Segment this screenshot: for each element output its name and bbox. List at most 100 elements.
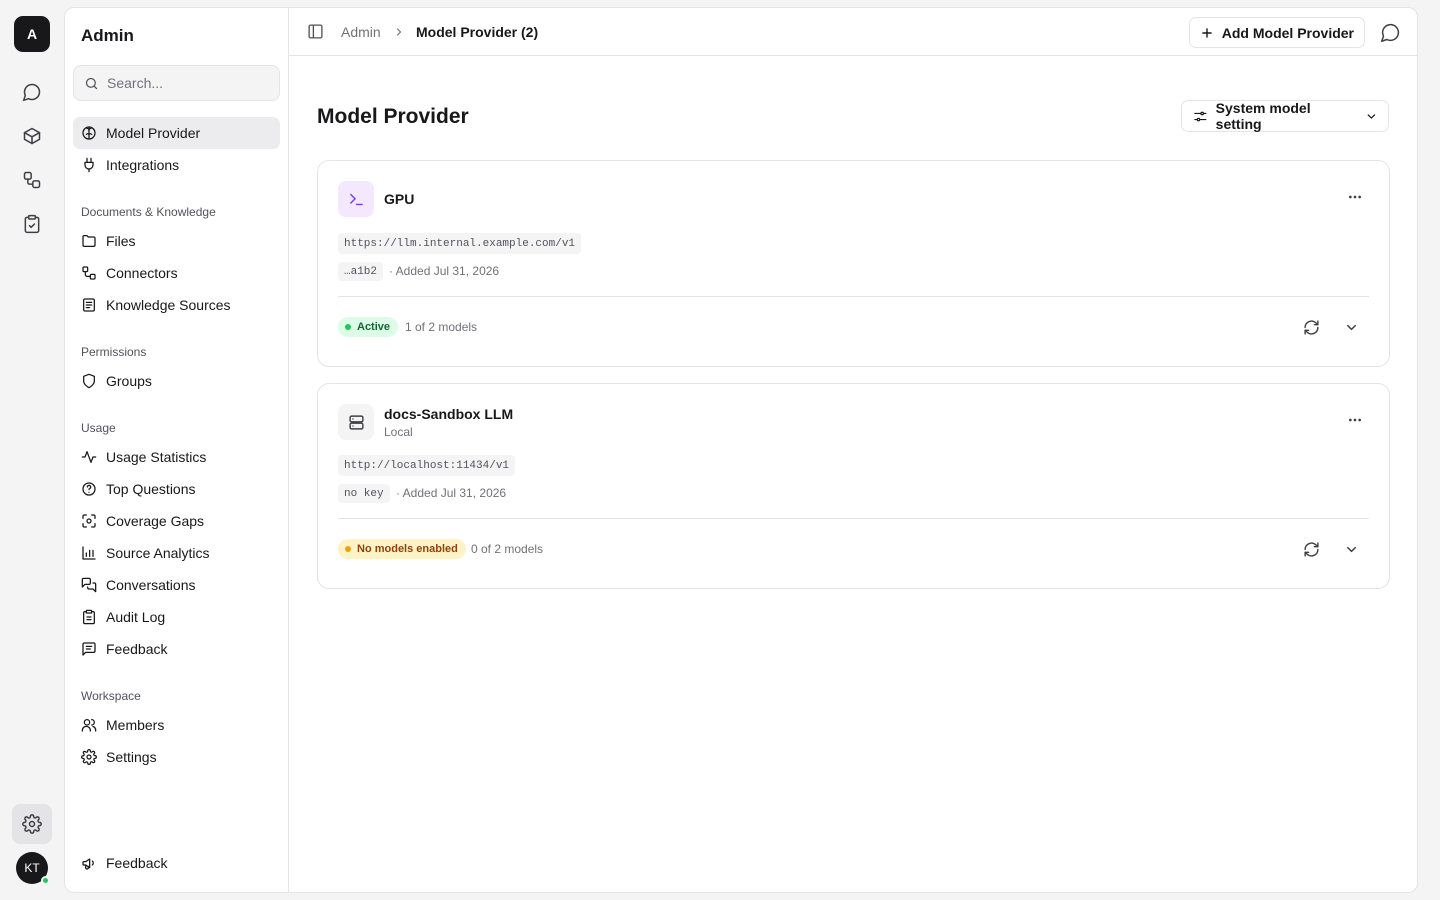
folder-icon (82, 235, 96, 247)
tasks-nav-button[interactable] (12, 204, 52, 244)
provider-more-button[interactable] (1347, 189, 1363, 205)
sidebar-item-source-analytics[interactable]: Source Analytics (73, 537, 280, 569)
refresh-icon (1304, 542, 1319, 557)
provider-avatar (338, 181, 374, 217)
sidebar-search[interactable] (73, 65, 280, 101)
server-icon (348, 414, 364, 430)
brain-icon (82, 126, 96, 140)
sidebar-item-coverage-gaps[interactable]: Coverage Gaps (73, 505, 280, 537)
app-rail: A KT (0, 0, 64, 900)
clipboard-list-icon (83, 609, 95, 625)
section-workspace: Workspace (81, 689, 141, 703)
gear-icon (22, 814, 42, 834)
provider-url: https://llm.internal.example.com/v1 (338, 233, 582, 254)
assistant-chat-button[interactable] (1380, 22, 1401, 43)
message-circle-icon (1381, 23, 1400, 42)
user-avatar[interactable]: KT (16, 852, 50, 885)
toggle-sidebar-button[interactable] (307, 23, 324, 40)
sidebar-item-groups[interactable]: Groups (73, 365, 280, 397)
sidebar-item-label: Members (106, 717, 165, 733)
breadcrumb-admin[interactable]: Admin (341, 24, 381, 40)
provider-card: GPU https://llm.internal.example.com/v1 … (317, 160, 1390, 367)
sidebar-item-label: Conversations (106, 577, 196, 593)
sidebar-footer-feedback[interactable]: Feedback (73, 847, 280, 879)
status-label: No models enabled (357, 543, 458, 555)
system-model-setting-label: System model setting (1215, 100, 1311, 132)
sidebar-item-label: Knowledge Sources (106, 297, 231, 313)
sidebar-item-label: Connectors (106, 265, 178, 281)
enabled-models-count: 0 of 2 models (471, 542, 544, 556)
gear-icon (81, 749, 97, 765)
sidebar-item-label: Feedback (106, 855, 168, 871)
top-bar: Admin Model Provider (2) Add Model Provi… (289, 8, 1417, 56)
sidebar-item-connectors[interactable]: Connectors (73, 257, 280, 289)
refresh-models-button[interactable] (1303, 541, 1320, 558)
sidebar-item-integrations[interactable]: Integrations (73, 149, 280, 181)
enabled-models-count: 1 of 2 models (405, 320, 478, 334)
sidebar-item-top-questions[interactable]: Top Questions (73, 473, 280, 505)
sidebar-item-label: Settings (106, 749, 157, 765)
refresh-icon (1304, 320, 1319, 335)
chat-nav-button[interactable] (12, 72, 52, 112)
sidebar-item-label: Model Provider (106, 125, 201, 141)
sidebar-item-audit-log[interactable]: Audit Log (73, 601, 280, 633)
admin-panel: Admin Model Provider Integrations Docume… (64, 7, 1418, 893)
api-key-chip: no key (338, 484, 390, 503)
box-icon (23, 127, 41, 145)
sidebar-title: Admin (81, 26, 134, 45)
sidebar-item-usage-statistics[interactable]: Usage Statistics (73, 441, 280, 473)
expand-provider-button[interactable] (1344, 320, 1359, 335)
add-model-provider-label: Add Model Provider (1221, 24, 1354, 41)
sidebar-item-model-provider[interactable]: Model Provider (73, 117, 280, 149)
sidebar-item-label: Feedback (106, 641, 168, 657)
provider-more-button[interactable] (1347, 412, 1363, 428)
search-icon (85, 77, 98, 89)
panel-left-icon (308, 24, 323, 39)
api-key-chip: …a1b2 (338, 262, 384, 281)
models-nav-button[interactable] (12, 116, 52, 156)
system-model-setting-button[interactable]: System model setting (1181, 100, 1389, 132)
breadcrumb-current: Model Provider (2) (416, 24, 539, 40)
chevron-down-icon (1367, 113, 1376, 119)
workflows-nav-button[interactable] (12, 160, 52, 200)
scan-icon (82, 514, 96, 528)
avatar-initials: KT (24, 861, 40, 875)
sidebar-item-feedback[interactable]: Feedback (73, 633, 280, 665)
sidebar-item-label: Files (106, 233, 136, 249)
online-status-dot (41, 876, 50, 885)
users-icon (81, 719, 97, 732)
provider-added-date: · Added Jul 31, 2026 (396, 486, 507, 500)
add-model-provider-button[interactable]: Add Model Provider (1188, 17, 1365, 48)
plug-icon (84, 157, 94, 173)
page-title: Model Provider (317, 105, 469, 128)
message-square-text-icon (82, 642, 96, 656)
search-input[interactable] (107, 75, 267, 91)
shield-icon (83, 373, 95, 389)
sidebar-item-conversations[interactable]: Conversations (73, 569, 280, 601)
settings-rail-button[interactable] (12, 804, 52, 844)
status-dot (345, 546, 351, 552)
plus-icon (1201, 27, 1212, 38)
status-label: Active (357, 321, 391, 333)
sidebar-item-label: Groups (106, 373, 152, 389)
sidebar-item-members[interactable]: Members (73, 709, 280, 741)
sidebar-item-files[interactable]: Files (73, 225, 280, 257)
workflow-icon (23, 171, 41, 189)
refresh-models-button[interactable] (1303, 319, 1320, 336)
sidebar-item-label: Integrations (106, 157, 180, 173)
expand-provider-button[interactable] (1344, 542, 1359, 557)
megaphone-icon (82, 858, 94, 870)
sidebar-item-knowledge-sources[interactable]: Knowledge Sources (73, 289, 280, 321)
sidebar-item-settings[interactable]: Settings (73, 741, 280, 773)
message-circle-icon (22, 83, 41, 102)
bar-chart-icon (82, 546, 96, 560)
activity-icon (81, 451, 97, 463)
workspace-logo[interactable]: A (14, 16, 50, 52)
messages-icon (81, 577, 97, 593)
status-badge: Active (338, 317, 399, 337)
chevron-right-icon (396, 28, 402, 36)
more-horizontal-icon (1349, 418, 1361, 422)
clipboard-check-icon (24, 214, 40, 234)
sidebar-item-label: Audit Log (106, 609, 166, 625)
provider-name: docs-Sandbox LLM (384, 406, 514, 422)
